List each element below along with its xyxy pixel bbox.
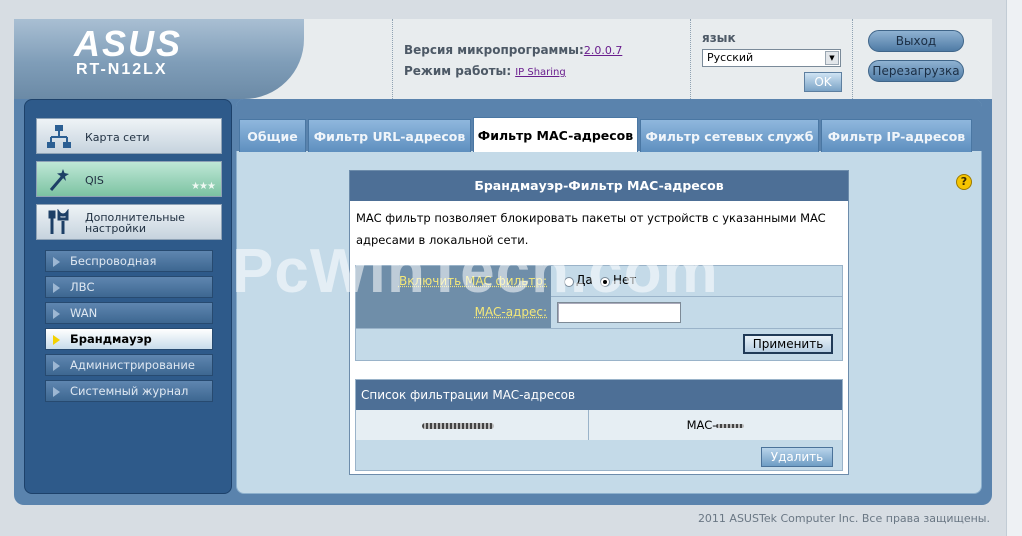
form-description: MAC фильтр позволяет блокировать пакеты … xyxy=(356,211,826,247)
radio-no[interactable] xyxy=(600,277,610,287)
sidebar-item-wireless[interactable]: Беспроводная xyxy=(45,250,213,272)
sidebar: Карта сети QIS ★★★ Дополнительные настро… xyxy=(24,99,232,494)
star-icon: ★★★ xyxy=(191,181,216,192)
sidebar-item-label: Карта сети xyxy=(85,130,150,144)
divider xyxy=(392,19,393,99)
list-column-header xyxy=(356,410,589,440)
enable-mac-filter-options: Да Нет xyxy=(552,266,842,296)
arrow-right-icon xyxy=(53,335,60,345)
operation-mode: Режим работы: IP Sharing xyxy=(404,64,566,78)
sidebar-item-lan[interactable]: ЛВС xyxy=(45,276,213,298)
sidebar-item-qis[interactable]: QIS ★★★ xyxy=(36,161,222,197)
delete-button[interactable]: Удалить xyxy=(761,447,833,467)
logout-button[interactable]: Выход xyxy=(868,30,964,52)
list-title: Список фильтрации MAC-адресов xyxy=(356,380,842,410)
logo-area: ASUS RT-N12LX xyxy=(14,19,304,99)
sidebar-item-label: WAN xyxy=(70,306,98,320)
settings-table: Включить MAC фильтр: Да Нет MAC-адрес: П… xyxy=(355,265,843,361)
divider xyxy=(852,19,853,99)
arrow-right-icon xyxy=(53,387,60,397)
mac-filter-list: Список фильтрации MAC-адресов MAC- Удали… xyxy=(355,379,843,471)
mac-address-label: MAC-адрес: xyxy=(356,296,551,328)
obscured-text-icon xyxy=(716,423,745,428)
asus-logo: ASUS xyxy=(73,26,182,62)
language-select[interactable]: Русский ▼ xyxy=(702,49,841,67)
network-map-icon xyxy=(47,125,71,148)
tab-network-services-filter[interactable]: Фильтр сетевых служб xyxy=(640,119,819,152)
row-divider xyxy=(356,328,842,329)
tools-icon xyxy=(48,209,69,234)
firmware-link[interactable]: 2.0.0.7 xyxy=(584,44,622,57)
window-scroll-edge xyxy=(1006,0,1022,536)
sidebar-item-wan[interactable]: WAN xyxy=(45,302,213,324)
firmware-version: Версия микропрограммы:2.0.0.7 xyxy=(404,43,622,57)
sidebar-item-firewall[interactable]: Брандмауэр xyxy=(45,328,213,350)
enable-mac-filter-label: Включить MAC фильтр: xyxy=(356,266,551,296)
footer-copyright: 2011 ASUSTek Computer Inc. Все права защ… xyxy=(697,512,990,525)
radio-yes[interactable] xyxy=(564,277,574,287)
sidebar-item-label: QIS xyxy=(85,173,104,187)
tab-url-filter[interactable]: Фильтр URL-адресов xyxy=(308,119,471,152)
sidebar-item-system-log[interactable]: Системный журнал xyxy=(45,380,213,402)
sidebar-item-label: ЛВС xyxy=(70,280,95,294)
divider xyxy=(690,19,691,99)
column-mac-prefix: MAC- xyxy=(686,418,717,432)
sidebar-item-network-map[interactable]: Карта сети xyxy=(36,118,222,154)
language-selected: Русский xyxy=(707,51,754,64)
tab-mac-filter[interactable]: Фильтр MAC-адресов xyxy=(473,117,638,152)
help-icon[interactable]: ? xyxy=(956,174,972,190)
obscured-text-icon xyxy=(422,423,494,429)
magic-wand-icon xyxy=(49,169,69,191)
sidebar-item-label: Администрирование xyxy=(70,358,195,372)
radio-no-label: Нет xyxy=(613,273,637,287)
apply-button[interactable]: Применить xyxy=(743,334,833,354)
reboot-button[interactable]: Перезагрузка xyxy=(868,60,964,82)
arrow-right-icon xyxy=(53,361,60,371)
tab-ip-filter[interactable]: Фильтр IP-адресов xyxy=(821,119,972,152)
chevron-down-icon[interactable]: ▼ xyxy=(825,51,839,65)
sidebar-item-administration[interactable]: Администрирование xyxy=(45,354,213,376)
asus-logo-text: ASUS xyxy=(73,26,182,62)
sidebar-item-label: Дополнительные настройки xyxy=(85,211,185,235)
sidebar-item-advanced-settings[interactable]: Дополнительные настройки xyxy=(36,204,222,240)
tab-general[interactable]: Общие xyxy=(239,119,306,152)
firmware-label: Версия микропрограммы: xyxy=(404,43,584,57)
language-ok-button[interactable]: OK xyxy=(804,72,842,92)
arrow-right-icon xyxy=(53,257,60,267)
mode-link[interactable]: IP Sharing xyxy=(515,67,566,78)
mode-label: Режим работы: xyxy=(404,64,512,78)
form-title: Брандмауэр-Фильтр MAC-адресов xyxy=(350,171,848,201)
model-name: RT-N12LX xyxy=(76,61,168,78)
header-banner: ASUS RT-N12LX Версия микропрограммы:2.0.… xyxy=(14,19,992,99)
sidebar-item-label: Системный журнал xyxy=(70,384,189,398)
language-label: язык xyxy=(702,31,736,45)
sidebar-item-label: Беспроводная xyxy=(70,254,157,268)
mac-address-input[interactable] xyxy=(557,302,681,323)
mac-filter-form: Брандмауэр-Фильтр MAC-адресов MAC фильтр… xyxy=(349,170,849,475)
sidebar-item-label: Брандмауэр xyxy=(70,332,152,346)
mac-address-cell xyxy=(552,296,842,328)
list-column-header-mac: MAC- xyxy=(589,410,842,440)
radio-yes-label: Да xyxy=(576,273,593,287)
arrow-right-icon xyxy=(53,309,60,319)
arrow-right-icon xyxy=(53,283,60,293)
